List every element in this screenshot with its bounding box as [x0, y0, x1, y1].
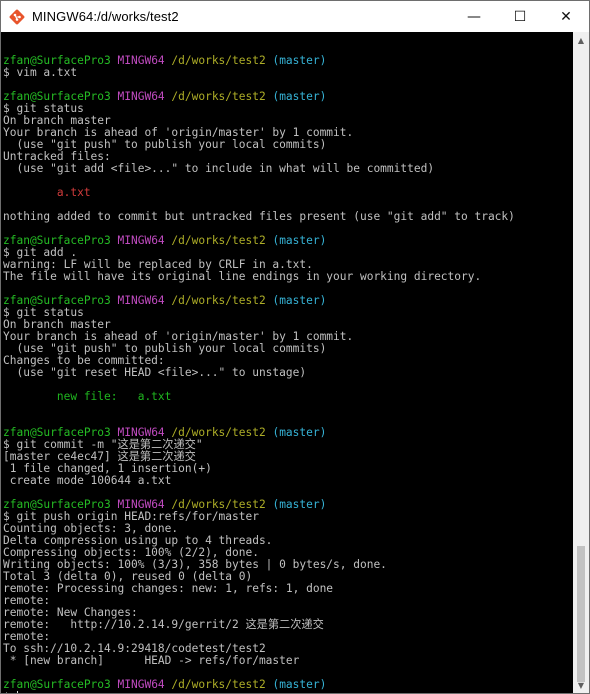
terminal-line: (use "git add <file>..." to include in w…	[3, 163, 515, 175]
terminal-line: remote: http://10.2.14.9/gerrit/2 这是第二次递…	[3, 619, 515, 631]
maximize-button[interactable]: ☐	[497, 1, 543, 32]
terminal-text-segment: * [new branch] HEAD -> refs/for/master	[3, 654, 300, 667]
terminal-line: $ vim a.txt	[3, 67, 515, 79]
terminal-line: zfan@SurfacePro3 MINGW64 /d/works/test2 …	[3, 235, 515, 247]
terminal-text-segment: zfan@SurfacePro3	[3, 678, 118, 691]
terminal-text-segment: create mode 100644 a.txt	[3, 474, 172, 487]
terminal-text-segment: MINGW64	[117, 294, 172, 307]
terminal-text-segment: MINGW64	[117, 54, 172, 67]
terminal-text-segment: /d/works/test2	[171, 678, 273, 691]
close-button[interactable]: ✕	[543, 1, 589, 32]
terminal-text-segment: MINGW64	[117, 678, 172, 691]
terminal-line: create mode 100644 a.txt	[3, 475, 515, 487]
text-cursor	[17, 691, 19, 693]
terminal-text-segment: (master)	[272, 498, 327, 511]
terminal-text-segment: (master)	[272, 426, 327, 439]
terminal-text-segment: /d/works/test2	[171, 54, 273, 67]
terminal-output[interactable]: zfan@SurfacePro3 MINGW64 /d/works/test2 …	[1, 32, 573, 693]
terminal-text-segment: (use "git reset HEAD <file>..." to unsta…	[3, 366, 307, 379]
terminal-text-segment: (master)	[272, 54, 327, 67]
scroll-down-arrow-icon[interactable]: ▼	[573, 677, 589, 693]
terminal-line: nothing added to commit but untracked fi…	[3, 211, 515, 223]
terminal-text-segment: (master)	[272, 678, 327, 691]
terminal-text-segment: $ vim a.txt	[3, 66, 78, 79]
window-title: MINGW64:/d/works/test2	[32, 9, 179, 24]
scrollbar-thumb[interactable]	[577, 546, 585, 682]
terminal-text-segment: /d/works/test2	[171, 90, 273, 103]
terminal-text-segment: MINGW64	[117, 234, 172, 247]
terminal-text-segment: (master)	[272, 294, 327, 307]
minimize-button[interactable]: —	[451, 1, 497, 32]
terminal-line: a.txt	[3, 187, 515, 199]
terminal-line: $	[3, 691, 515, 693]
terminal-text-segment: /d/works/test2	[171, 294, 273, 307]
terminal-text-segment: nothing added to commit but untracked fi…	[3, 210, 515, 223]
terminal-text-segment: $	[3, 691, 16, 694]
window-controls: — ☐ ✕	[451, 1, 589, 32]
vertical-scrollbar[interactable]: ▲ ▼	[573, 32, 589, 693]
terminal-line: new file: a.txt	[3, 391, 515, 403]
terminal-text-segment: MINGW64	[117, 90, 172, 103]
terminal-text-segment: (master)	[272, 234, 327, 247]
title-bar[interactable]: MINGW64:/d/works/test2 — ☐ ✕	[1, 1, 589, 32]
terminal-window: MINGW64:/d/works/test2 — ☐ ✕ zfan@Surfac…	[0, 0, 590, 694]
terminal-text-segment: The file will have its original line end…	[3, 270, 482, 283]
terminal-line: remote: Processing changes: new: 1, refs…	[3, 583, 515, 595]
terminal-text-segment: (use "git add <file>..." to include in w…	[3, 162, 435, 175]
terminal-text-segment: (master)	[272, 90, 327, 103]
terminal-line: The file will have its original line end…	[3, 271, 515, 283]
scroll-up-arrow-icon[interactable]: ▲	[573, 32, 589, 48]
terminal-line: zfan@SurfacePro3 MINGW64 /d/works/test2 …	[3, 679, 515, 691]
terminal-text-segment: remote: Processing changes: new: 1, refs…	[3, 582, 334, 595]
terminal-lines: zfan@SurfacePro3 MINGW64 /d/works/test2 …	[3, 43, 515, 693]
terminal-line: (use "git reset HEAD <file>..." to unsta…	[3, 367, 515, 379]
terminal-line: * [new branch] HEAD -> refs/for/master	[3, 655, 515, 667]
terminal-text-segment: a.txt	[3, 186, 91, 199]
terminal-text-segment: new file: a.txt	[3, 390, 172, 403]
terminal-line: zfan@SurfacePro3 MINGW64 /d/works/test2 …	[3, 55, 515, 67]
terminal-text-segment: remote: http://10.2.14.9/gerrit/2 这是第二次递…	[3, 618, 324, 631]
git-app-icon	[9, 9, 25, 24]
terminal-text-segment: /d/works/test2	[171, 234, 273, 247]
